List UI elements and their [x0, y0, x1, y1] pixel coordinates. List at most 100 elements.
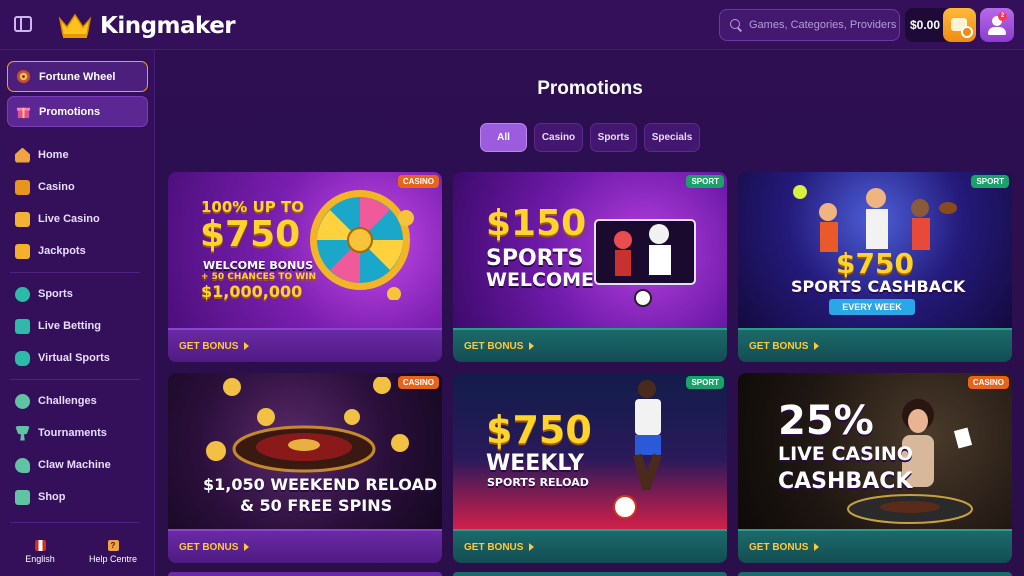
sidebar-item-live-betting[interactable]: Live Betting: [15, 316, 101, 336]
sidebar-divider: [10, 272, 140, 273]
card-line: SPORTS CASHBACK: [791, 277, 966, 296]
gamepad-icon: [15, 350, 30, 366]
promo-banner: 25% LIVE CASINO CASHBACK: [738, 373, 1012, 529]
soccer-player-art: [613, 380, 662, 519]
search-input[interactable]: [749, 19, 899, 31]
get-bonus-button[interactable]: GET BONUS: [168, 529, 442, 563]
filter-all[interactable]: All: [480, 123, 527, 152]
casino-tag: CASINO: [967, 376, 1009, 389]
promo-banner: 100% UP TO $750 WELCOME BONUS + 50 CHANC…: [168, 172, 442, 328]
top-bar: Kingmaker $0.00 2: [0, 0, 1024, 50]
sidebar-item-home[interactable]: Home: [15, 145, 69, 165]
card-line: 25%: [778, 398, 874, 444]
wallet-icon[interactable]: [943, 8, 976, 42]
cta-label: GET BONUS: [464, 541, 524, 553]
language-selector[interactable]: English: [22, 540, 58, 564]
card-line: $750: [200, 214, 301, 255]
search-box[interactable]: [719, 9, 900, 41]
sidebar-item-label: Home: [38, 149, 69, 161]
promo-card-sports-welcome[interactable]: $150 SPORTS WELCOME SPORT GET BONUS: [453, 172, 727, 362]
fortune-wheel-art: [310, 190, 414, 300]
help-centre-link[interactable]: ? Help Centre: [82, 540, 144, 564]
sidebar-item-label: Fortune Wheel: [39, 70, 116, 83]
next-row-card-edge: [453, 572, 727, 576]
promo-card-weekly-sports-reload[interactable]: $750 WEEKLY SPORTS RELOAD SPORT GET BONU…: [453, 373, 727, 563]
promo-card-sports-cashback[interactable]: $750 SPORTS CASHBACK EVERY WEEK SPORT GE…: [738, 172, 1012, 362]
profile-icon[interactable]: [980, 8, 1014, 42]
promo-card-live-casino-cashback[interactable]: 25% LIVE CASINO CASHBACK CASINO GET BONU…: [738, 373, 1012, 563]
filter-sports[interactable]: Sports: [590, 123, 637, 152]
promo-banner: $1,050 WEEKEND RELOAD & 50 FREE SPINS: [168, 373, 442, 529]
card-line: + 50 CHANCES TO WIN: [201, 272, 317, 282]
challenge-icon: [15, 393, 30, 409]
get-bonus-button[interactable]: GET BONUS: [168, 328, 442, 362]
cta-label: GET BONUS: [179, 541, 239, 553]
page-title: Promotions: [537, 78, 643, 99]
sport-tag: SPORT: [686, 175, 724, 188]
arrow-right-icon: [814, 342, 820, 350]
flag-icon: [34, 540, 46, 551]
sidebar-item-sports[interactable]: Sports: [15, 284, 73, 304]
fortune-wheel-icon: [16, 69, 31, 84]
sport-tag: SPORT: [971, 175, 1009, 188]
card-line: WELCOME BONUS: [203, 259, 314, 272]
sidebar-divider: [10, 379, 140, 380]
help-icon: ?: [107, 540, 119, 551]
filter-casino[interactable]: Casino: [534, 123, 583, 152]
sidebar-item-label: Tournaments: [38, 427, 107, 439]
casino-icon: [15, 179, 30, 195]
sidebar-item-claw-machine[interactable]: Claw Machine: [15, 455, 111, 475]
card-line: $150: [486, 203, 587, 244]
get-bonus-button[interactable]: GET BONUS: [738, 328, 1012, 362]
card-line: WELCOME: [486, 269, 595, 291]
next-row-card-edge: [738, 572, 1012, 576]
help-label: Help Centre: [88, 554, 138, 564]
get-bonus-button[interactable]: GET BONUS: [738, 529, 1012, 563]
sidebar-toggle-icon[interactable]: [14, 16, 32, 32]
sidebar-item-tournaments[interactable]: Tournaments: [15, 423, 107, 443]
search-icon: [730, 19, 742, 31]
sidebar-item-label: Challenges: [38, 395, 97, 407]
promo-card-welcome-casino[interactable]: 100% UP TO $750 WELCOME BONUS + 50 CHANC…: [168, 172, 442, 362]
sidebar-item-fortune-wheel[interactable]: Fortune Wheel: [7, 61, 148, 92]
logo[interactable]: Kingmaker: [58, 10, 236, 42]
promo-card-weekend-reload[interactable]: $1,050 WEEKEND RELOAD & 50 FREE SPINS CA…: [168, 373, 442, 563]
sidebar-item-challenges[interactable]: Challenges: [15, 391, 97, 411]
sidebar-divider: [10, 522, 140, 523]
promo-banner: $750 WEEKLY SPORTS RELOAD: [453, 373, 727, 529]
sidebar-item-label: Live Casino: [38, 213, 100, 225]
shop-bag-icon: [15, 489, 30, 505]
sidebar-item-virtual-sports[interactable]: Virtual Sports: [15, 348, 110, 368]
card-line: $750: [486, 408, 592, 452]
sidebar-item-label: Promotions: [39, 105, 101, 118]
claw-icon: [15, 457, 30, 473]
card-line: & 50 FREE SPINS: [240, 496, 393, 515]
home-icon: [15, 147, 30, 163]
live-casino-icon: [15, 211, 30, 227]
sidebar-item-casino[interactable]: Casino: [15, 177, 75, 197]
sidebar-item-label: Casino: [38, 181, 75, 193]
sidebar-item-label: Live Betting: [38, 320, 101, 332]
promo-banner: $150 SPORTS WELCOME: [453, 172, 727, 328]
sidebar-item-label: Claw Machine: [38, 459, 111, 471]
filter-specials[interactable]: Specials: [644, 123, 700, 152]
trophy-icon: [15, 425, 30, 441]
cta-label: GET BONUS: [749, 340, 809, 352]
get-bonus-button[interactable]: GET BONUS: [453, 529, 727, 563]
card-line: WEEKLY: [486, 451, 584, 476]
roulette-coins-art: [206, 377, 409, 473]
card-line: LIVE CASINO: [778, 443, 913, 465]
sidebar-item-jackpots[interactable]: Jackpots: [15, 241, 86, 261]
get-bonus-button[interactable]: GET BONUS: [453, 328, 727, 362]
card-line: CASHBACK: [778, 469, 913, 494]
arrow-right-icon: [244, 543, 250, 551]
casino-tag: CASINO: [397, 175, 439, 188]
language-label: English: [25, 554, 55, 564]
sidebar-item-promotions[interactable]: Promotions: [7, 96, 148, 127]
casino-tag: CASINO: [397, 376, 439, 389]
sidebar-item-shop[interactable]: Shop: [15, 487, 66, 507]
card-line: $1,050 WEEKEND RELOAD: [203, 475, 438, 494]
balance-value: $0.00: [910, 18, 941, 32]
sidebar-item-live-casino[interactable]: Live Casino: [15, 209, 100, 229]
sidebar-item-label: Sports: [38, 288, 73, 300]
